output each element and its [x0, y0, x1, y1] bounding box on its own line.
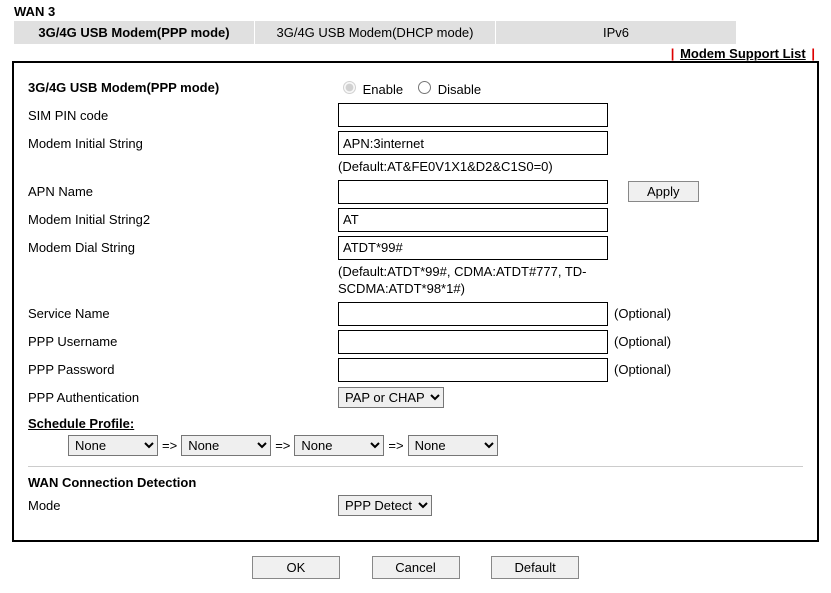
modem-init-string-hint: (Default:AT&FE0V1X1&D2&C1S0=0) — [338, 159, 803, 176]
enable-radio[interactable] — [343, 81, 356, 94]
modem-init-string2-label: Modem Initial String2 — [28, 212, 338, 227]
divider-icon: | — [811, 46, 815, 61]
ppp-auth-select[interactable]: PAP or CHAP — [338, 387, 444, 408]
modem-support-list-link[interactable]: Modem Support List — [680, 46, 806, 61]
apply-button[interactable]: Apply — [628, 181, 699, 202]
ppp-password-input[interactable] — [338, 358, 608, 382]
schedule-select-3[interactable]: None — [294, 435, 384, 456]
modem-dial-string-hint: (Default:ATDT*99#, CDMA:ATDT#777, TD-SCD… — [338, 264, 678, 298]
optional-label: (Optional) — [614, 362, 671, 377]
ok-button[interactable]: OK — [252, 556, 340, 579]
ppp-username-input[interactable] — [338, 330, 608, 354]
ppp-password-label: PPP Password — [28, 362, 338, 377]
schedule-select-4[interactable]: None — [408, 435, 498, 456]
modem-dial-string-input[interactable] — [338, 236, 608, 260]
modem-init-string2-input[interactable] — [338, 208, 608, 232]
bottom-button-row: OK Cancel Default — [0, 556, 831, 579]
sim-pin-label: SIM PIN code — [28, 108, 338, 123]
modem-init-string-input[interactable] — [338, 131, 608, 155]
schedule-select-2[interactable]: None — [181, 435, 271, 456]
support-link-row: | Modem Support List | — [0, 46, 817, 61]
section-title: 3G/4G USB Modem(PPP mode) — [28, 80, 338, 95]
tab-ppp-mode[interactable]: 3G/4G USB Modem(PPP mode) — [14, 21, 255, 44]
apn-name-input[interactable] — [338, 180, 608, 204]
enable-radio-label[interactable]: Enable — [338, 78, 403, 97]
ppp-username-label: PPP Username — [28, 334, 338, 349]
service-name-label: Service Name — [28, 306, 338, 321]
tab-dhcp-mode[interactable]: 3G/4G USB Modem(DHCP mode) — [255, 21, 496, 44]
arrow-icon: => — [388, 438, 403, 453]
divider-icon: | — [671, 46, 675, 61]
mode-select[interactable]: PPP Detect — [338, 495, 432, 516]
schedule-select-1[interactable]: None — [68, 435, 158, 456]
tab-ipv6[interactable]: IPv6 — [496, 21, 737, 44]
settings-frame: 3G/4G USB Modem(PPP mode) Enable Disable… — [12, 61, 819, 542]
optional-label: (Optional) — [614, 306, 671, 321]
arrow-icon: => — [162, 438, 177, 453]
ppp-auth-label: PPP Authentication — [28, 390, 338, 405]
disable-radio-label[interactable]: Disable — [413, 78, 481, 97]
modem-dial-string-label: Modem Dial String — [28, 240, 338, 255]
divider — [28, 466, 803, 467]
schedule-profile-row: None => None => None => None — [68, 435, 803, 456]
schedule-profile-label: Schedule Profile: — [28, 416, 803, 431]
service-name-input[interactable] — [338, 302, 608, 326]
mode-label: Mode — [28, 498, 338, 513]
page-title: WAN 3 — [14, 4, 831, 19]
modem-init-string-label: Modem Initial String — [28, 136, 338, 151]
apn-name-label: APN Name — [28, 184, 338, 199]
cancel-button[interactable]: Cancel — [372, 556, 460, 579]
default-button[interactable]: Default — [491, 556, 579, 579]
sim-pin-input[interactable] — [338, 103, 608, 127]
disable-radio[interactable] — [418, 81, 431, 94]
arrow-icon: => — [275, 438, 290, 453]
wan-detection-title: WAN Connection Detection — [28, 475, 338, 490]
optional-label: (Optional) — [614, 334, 671, 349]
tab-bar: 3G/4G USB Modem(PPP mode) 3G/4G USB Mode… — [14, 21, 831, 44]
